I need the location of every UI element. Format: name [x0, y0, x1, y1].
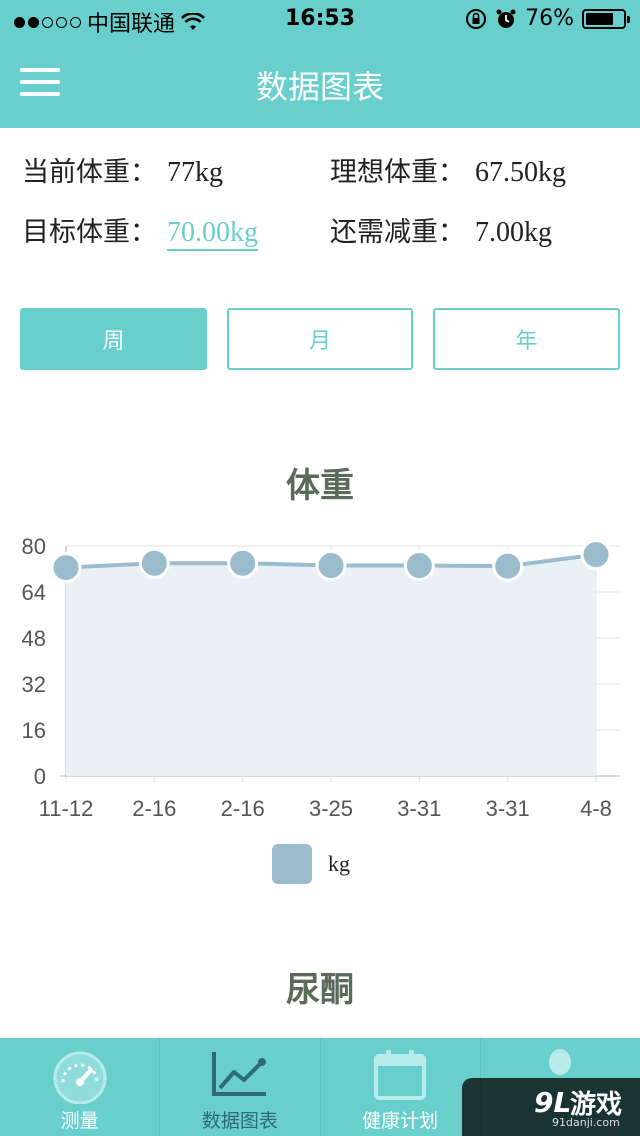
chart-legend[interactable]: kg	[272, 844, 350, 884]
weight-data-point	[580, 539, 612, 571]
current-weight: 当前体重： 77kg	[22, 150, 223, 189]
alarm-icon	[496, 9, 516, 28]
battery-icon	[582, 8, 630, 29]
weight-line-chart: 0 16 32 48 64 80 11-12 2-16 2-16 3-25 3-31 3-31 4-8	[22, 534, 620, 821]
tab-health-plan-label: 健康计划	[362, 1110, 439, 1132]
weight-data-point	[227, 547, 259, 579]
ideal-weight: 理想体重： 67.50kg	[330, 150, 566, 189]
tab-data-chart-label: 数据图表	[201, 1110, 278, 1132]
rotation-lock-icon	[466, 8, 487, 29]
nav-bar: 数据图表	[0, 40, 640, 128]
legend-swatch	[272, 844, 312, 884]
target-weight: 目标体重： 70.00kg	[22, 210, 258, 251]
y-tick-label: 80	[22, 534, 46, 559]
page-title: 数据图表	[255, 68, 384, 106]
status-bar: 中国联通 16:53 76%	[0, 0, 640, 40]
x-tick-label: 4-8	[580, 796, 612, 821]
x-tick-label: 11-12	[39, 796, 94, 821]
x-tick-label: 3-31	[397, 796, 441, 821]
target-weight-value-link[interactable]: 70.00kg	[167, 217, 258, 251]
remaining-weight: 还需减重： 7.00kg	[330, 210, 552, 249]
speedometer-icon	[53, 1051, 107, 1104]
y-tick-label: 48	[22, 626, 46, 651]
remaining-weight-label: 还需减重：	[330, 217, 465, 248]
tab-year[interactable]: 年	[433, 308, 620, 370]
watermark-url: 91danji.com	[552, 1116, 620, 1129]
target-weight-label: 目标体重：	[22, 217, 157, 248]
ideal-weight-label: 理想体重：	[330, 157, 465, 188]
weight-chart-title: 体重	[286, 466, 354, 506]
y-tick-label: 64	[22, 580, 46, 605]
weight-data-point	[50, 552, 82, 584]
current-weight-value: 77kg	[167, 157, 223, 188]
site-watermark: 9L 游戏 91danji.com	[462, 1078, 640, 1136]
weight-data-point	[315, 550, 347, 582]
weight-data-point	[492, 550, 524, 582]
tab-measure[interactable]: 测量	[0, 1038, 161, 1136]
current-weight-label: 当前体重：	[22, 157, 157, 188]
battery-percent: 76%	[525, 6, 574, 31]
tab-data-chart[interactable]: 数据图表	[160, 1038, 321, 1136]
tab-month[interactable]: 月	[227, 308, 413, 370]
ketone-chart-title: 尿酮	[286, 970, 354, 1010]
remaining-weight-value: 7.00kg	[475, 217, 552, 248]
tab-health-plan[interactable]: 健康计划	[321, 1038, 481, 1136]
weight-stats: 当前体重： 77kg 理想体重： 67.50kg 目标体重： 70.00kg 还需减重…	[0, 128, 640, 278]
calendar-icon	[374, 1050, 427, 1100]
tab-measure-label: 测量	[60, 1110, 99, 1132]
legend-label: kg	[328, 851, 350, 876]
line-chart-icon	[211, 1052, 266, 1096]
y-tick-label: 32	[22, 672, 46, 697]
watermark-logo: 9L	[534, 1086, 572, 1119]
weight-data-point	[403, 550, 435, 582]
x-tick-label: 3-31	[486, 796, 530, 821]
weight-area	[66, 554, 596, 776]
y-tick-label: 16	[22, 718, 46, 743]
x-tick-label: 2-16	[221, 796, 265, 821]
ideal-weight-value: 67.50kg	[475, 157, 566, 188]
x-tick-label: 3-25	[309, 796, 353, 821]
y-tick-label: 0	[34, 764, 46, 789]
x-tick-label: 2-16	[132, 796, 176, 821]
tab-week[interactable]: 周	[20, 308, 207, 370]
weight-data-point	[138, 547, 170, 579]
